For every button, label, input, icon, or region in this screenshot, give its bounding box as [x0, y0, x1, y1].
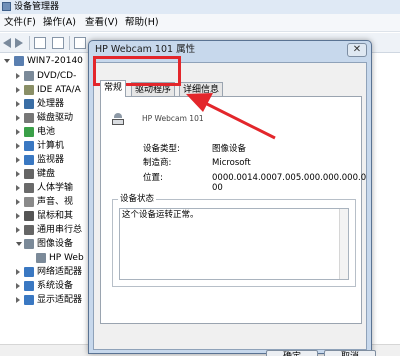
red-arrow-icon — [186, 93, 276, 140]
tab-general[interactable]: 常规 — [100, 80, 126, 97]
